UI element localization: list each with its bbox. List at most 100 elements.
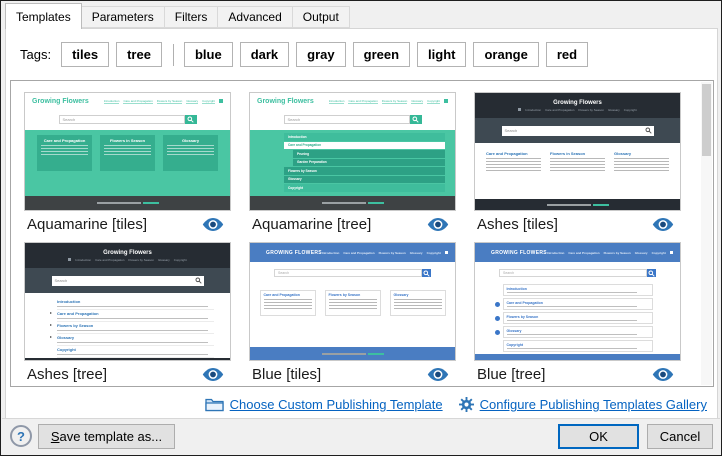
- preview-footer: [25, 358, 230, 361]
- template-label: Ashes [tree]: [27, 366, 107, 383]
- preview-nav-item: Flowers by Season: [604, 251, 631, 255]
- tag-blue[interactable]: blue: [184, 42, 233, 67]
- template-thumbnail: GROWING FLOWERSIntroductionCare and Prop…: [249, 242, 456, 361]
- template-label: Blue [tiles]: [252, 366, 321, 383]
- preview-nav-item: Flowers by Season: [157, 99, 183, 104]
- preview-tree-item: Copyright: [284, 184, 445, 192]
- preview-search-row: Search: [499, 269, 656, 277]
- preview-search-button: [645, 127, 652, 135]
- tag-gray[interactable]: gray: [296, 42, 345, 67]
- preview-tree-item: Introduction: [57, 298, 214, 310]
- preview-tree-text: [507, 292, 638, 293]
- preview-column-text: [614, 158, 669, 172]
- preview-tree-text: [57, 306, 208, 307]
- preview-column-title: Glossary: [614, 151, 669, 156]
- template-card[interactable]: GROWING FLOWERSIntroductionCare and Prop…: [474, 242, 679, 383]
- folder-icon: [205, 397, 224, 412]
- preview-expand-arrow: ▸: [50, 334, 52, 339]
- preview-nav-item: Introduction: [75, 258, 91, 262]
- template-gallery: Growing FlowersIntroductionCare and Prop…: [10, 80, 714, 387]
- preview-nav-item: Care and Propagation: [348, 99, 377, 104]
- tab-templates[interactable]: Templates: [5, 3, 82, 29]
- preview-nav-item: Introduction: [329, 99, 345, 104]
- preview-eye-icon[interactable]: [427, 367, 449, 382]
- preview-footer-text: [322, 353, 366, 355]
- template-label-row: Ashes [tiles]: [474, 216, 679, 233]
- preview-tree-title: Flowers by Season: [57, 323, 214, 328]
- preview-eye-icon[interactable]: [202, 367, 224, 382]
- preview-tree-title: Glossary: [507, 329, 649, 333]
- tab-advanced[interactable]: Advanced: [217, 6, 292, 28]
- preview-tile: Care and Propagation: [37, 135, 92, 171]
- template-card[interactable]: Growing FlowersIntroductionCare and Prop…: [24, 242, 229, 383]
- preview-tree-item: Flowers by Season: [503, 312, 653, 324]
- gallery-scrollbar[interactable]: [701, 82, 712, 385]
- gear-icon: [459, 397, 474, 412]
- cancel-button[interactable]: Cancel: [647, 424, 713, 449]
- templates-tab-sheet: Tags: tiles tree blue dark gray green light ora…: [5, 28, 718, 421]
- template-card[interactable]: Growing FlowersIntroductionCare and Prop…: [24, 92, 229, 233]
- preview-nav-item: Copyright: [202, 99, 215, 104]
- template-card[interactable]: GROWING FLOWERSIntroductionCare and Prop…: [249, 242, 454, 383]
- template-label-row: Ashes [tree]: [24, 366, 229, 383]
- tag-light[interactable]: light: [417, 42, 466, 67]
- template-label: Blue [tree]: [477, 366, 545, 383]
- preview-content: SearchCare and PropagationFlowers by Sea…: [250, 262, 455, 347]
- tags-row: Tags: tiles tree blue dark gray green light ora…: [20, 42, 595, 67]
- template-thumbnail: Growing FlowersIntroductionCare and Prop…: [474, 92, 681, 211]
- preview-footer-text: [322, 202, 366, 204]
- preview-nav-item: Glossary: [608, 108, 620, 112]
- preview-tile: Care and Propagation: [260, 290, 316, 316]
- preview-nav-item: Care and Propagation: [343, 251, 374, 255]
- preview-search-input: Search: [274, 269, 422, 277]
- preview-eye-icon[interactable]: [202, 217, 224, 232]
- tag-orange[interactable]: orange: [473, 42, 538, 67]
- save-template-button[interactable]: Save template as...: [38, 424, 175, 449]
- tag-dark[interactable]: dark: [240, 42, 289, 67]
- tags-label: Tags:: [20, 47, 51, 62]
- preview-header: Growing FlowersIntroductionCare and Prop…: [25, 243, 230, 268]
- tab-filters[interactable]: Filters: [164, 6, 219, 28]
- ok-button[interactable]: OK: [558, 424, 639, 449]
- tag-green[interactable]: green: [353, 42, 410, 67]
- preview-content: Care and PropagationFlowers in SeasonGlo…: [25, 130, 230, 196]
- preview-nav-item: Introduction: [104, 99, 120, 104]
- preview-search-button: [410, 115, 422, 124]
- preview-eye-icon[interactable]: [652, 367, 674, 382]
- preview-nav-item: Care and Propagation: [95, 258, 124, 262]
- help-icon[interactable]: ?: [10, 425, 32, 447]
- preview-eye-icon[interactable]: [652, 217, 674, 232]
- preview-tree-title: Care and Propagation: [57, 311, 214, 316]
- tag-tree[interactable]: tree: [116, 42, 162, 67]
- tab-output[interactable]: Output: [292, 6, 350, 28]
- configure-gallery-link[interactable]: Configure Publishing Templates Gallery: [480, 397, 707, 412]
- preview-footer: [250, 196, 455, 210]
- preview-tree-item: Introduction: [503, 284, 653, 296]
- template-label: Aquamarine [tree]: [252, 216, 371, 233]
- preview-search-button: [185, 115, 197, 124]
- scrollbar-thumb[interactable]: [702, 84, 711, 156]
- preview-search-button: [195, 277, 202, 285]
- preview-tree-text: [507, 306, 638, 307]
- preview-header: GROWING FLOWERSIntroductionCare and Prop…: [475, 243, 680, 262]
- preview-tree-title: Care and Propagation: [507, 301, 649, 305]
- tag-tiles[interactable]: tiles: [61, 42, 109, 67]
- preview-search-row: Search: [274, 269, 431, 277]
- template-label-row: Blue [tree]: [474, 366, 679, 383]
- preview-nav-icon: [219, 99, 223, 103]
- preview-footer-link: [368, 202, 384, 204]
- tag-red[interactable]: red: [546, 42, 588, 67]
- preview-eye-icon[interactable]: [427, 217, 449, 232]
- template-card[interactable]: Growing FlowersIntroductionCare and Prop…: [249, 92, 454, 233]
- preview-nav-item: Introduction: [322, 251, 340, 255]
- preview-nav-item: Flowers by Season: [379, 251, 406, 255]
- choose-custom-template-link[interactable]: Choose Custom Publishing Template: [230, 397, 443, 412]
- preview-nav: IntroductionCare and Propagation Flowers …: [322, 251, 448, 255]
- template-label: Ashes [tiles]: [477, 216, 558, 233]
- preview-tile-text: [167, 145, 214, 157]
- template-card[interactable]: Growing FlowersIntroductionCare and Prop…: [474, 92, 679, 233]
- preview-tree: IntroductionCare and PropagationPruningG…: [250, 130, 455, 192]
- preview-search-input: Search: [52, 276, 204, 286]
- tab-parameters[interactable]: Parameters: [81, 6, 165, 28]
- template-label: Aquamarine [tiles]: [27, 216, 147, 233]
